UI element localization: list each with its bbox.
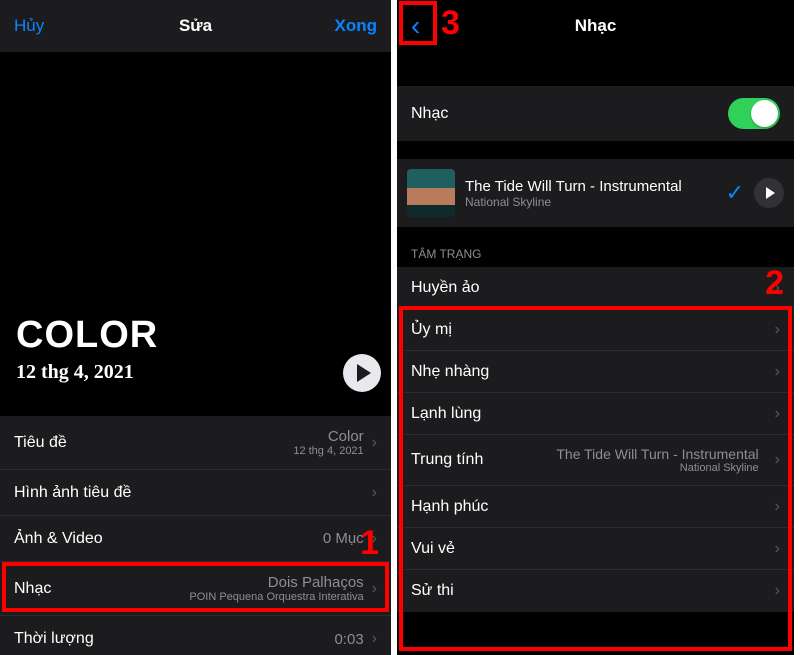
toggle-label: Nhạc: [411, 105, 448, 123]
mood-list: Huyền ảo›Ủy mị›Nhẹ nhàng›Lạnh lùng›Trung…: [397, 267, 794, 612]
track-artist: National Skyline: [465, 195, 716, 209]
row-value: Color 12 thg 4, 2021: [77, 428, 364, 457]
mood-label: Huyền ảo: [411, 279, 480, 297]
chevron-right-icon: ›: [775, 540, 780, 558]
row-music[interactable]: Nhạc Dois Palhaços POIN Pequena Orquestr…: [0, 562, 391, 616]
settings-list: Tiêu đề Color 12 thg 4, 2021 › Hình ảnh …: [0, 416, 391, 655]
mood-row[interactable]: Vui vẻ ›: [397, 528, 794, 570]
preview-title: COLOR: [16, 314, 375, 357]
current-track-row[interactable]: The Tide Will Turn - Instrumental Nation…: [397, 159, 794, 227]
mood-label: Trung tính: [411, 451, 483, 469]
row-title[interactable]: Tiêu đề Color 12 thg 4, 2021 ›: [0, 416, 391, 470]
annotation-number-3: 3: [441, 4, 460, 43]
chevron-right-icon: ›: [775, 363, 780, 381]
mood-row[interactable]: Nhẹ nhàng ›: [397, 351, 794, 393]
mood-label: Nhẹ nhàng: [411, 363, 489, 381]
row-label: Tiêu đề: [14, 434, 67, 452]
music-toggle-group: Nhạc: [397, 86, 794, 141]
edit-screen: Hủy Sửa Xong COLOR 12 thg 4, 2021 Tiêu đ…: [0, 0, 397, 655]
play-button[interactable]: [343, 354, 381, 392]
track-play-button[interactable]: [754, 178, 784, 208]
row-duration[interactable]: Thời lượng 0:03 ›: [0, 616, 391, 655]
row-value-text: Dois Palhaços: [268, 574, 364, 591]
row-value-text: Color: [328, 428, 364, 445]
row-media[interactable]: Ảnh & Video 0 Mục ›: [0, 516, 391, 562]
mood-row[interactable]: Hạnh phúc ›: [397, 486, 794, 528]
chevron-right-icon: ›: [775, 405, 780, 423]
mood-row[interactable]: Huyền ảo›: [397, 267, 794, 309]
nav-title: Sửa: [0, 16, 391, 36]
music-screen: ‹ Nhạc Nhạc The Tide Will Turn - Instrum…: [397, 0, 794, 655]
row-value-sub: POIN Pequena Orquestra Interativa: [189, 591, 363, 603]
memory-preview: COLOR 12 thg 4, 2021: [0, 52, 391, 402]
chevron-right-icon: ›: [372, 630, 377, 648]
track-text: The Tide Will Turn - Instrumental Nation…: [465, 178, 716, 209]
chevron-right-icon: ›: [775, 321, 780, 339]
track-title: The Tide Will Turn - Instrumental: [465, 178, 716, 195]
play-icon: [357, 364, 371, 382]
row-value: 0:03: [104, 631, 364, 648]
row-value: Dois Palhaços POIN Pequena Orquestra Int…: [61, 574, 363, 603]
chevron-right-icon: ›: [372, 484, 377, 502]
play-icon: [766, 187, 775, 199]
row-value: 0 Mục: [113, 530, 364, 547]
row-label: Hình ảnh tiêu đề: [14, 484, 131, 502]
mood-label: Vui vẻ: [411, 540, 455, 558]
row-label: Thời lượng: [14, 630, 94, 648]
row-cover-image[interactable]: Hình ảnh tiêu đề ›: [0, 470, 391, 516]
row-value-sub: 12 thg 4, 2021: [293, 445, 363, 457]
chevron-right-icon: ›: [775, 582, 780, 600]
mood-label: Ủy mị: [411, 321, 452, 339]
annotation-number-2: 2: [765, 264, 784, 303]
section-header-mood: TÂM TRẠNG: [397, 227, 794, 267]
nav-bar: Hủy Sửa Xong: [0, 0, 391, 52]
mood-row[interactable]: Ủy mị ›: [397, 309, 794, 351]
cancel-button[interactable]: Hủy: [14, 16, 44, 36]
mood-row[interactable]: Lạnh lùng ›: [397, 393, 794, 435]
mood-row[interactable]: Trung tính The Tide Will Turn - Instrumen…: [397, 435, 794, 486]
mood-label: Lạnh lùng: [411, 405, 481, 423]
preview-date: 12 thg 4, 2021: [16, 361, 375, 384]
back-button[interactable]: ‹: [411, 12, 420, 40]
row-music-toggle[interactable]: Nhạc: [397, 86, 794, 141]
row-label: Nhạc: [14, 580, 51, 598]
annotation-number-1: 1: [360, 524, 379, 563]
mood-row[interactable]: Sử thi ›: [397, 570, 794, 612]
checkmark-icon: ✓: [726, 180, 744, 206]
mood-label: Sử thi: [411, 582, 454, 600]
chevron-right-icon: ›: [775, 498, 780, 516]
row-label: Ảnh & Video: [14, 530, 103, 548]
chevron-right-icon: ›: [372, 580, 377, 598]
chevron-right-icon: ›: [775, 451, 780, 469]
toggle-knob: [751, 100, 778, 127]
album-art: [407, 169, 455, 217]
mood-label: Hạnh phúc: [411, 498, 488, 516]
done-button[interactable]: Xong: [335, 16, 378, 36]
mood-detail: The Tide Will Turn - InstrumentalNationa…: [491, 446, 758, 474]
music-toggle[interactable]: [728, 98, 780, 129]
current-track-group: The Tide Will Turn - Instrumental Nation…: [397, 159, 794, 227]
chevron-right-icon: ›: [372, 434, 377, 452]
